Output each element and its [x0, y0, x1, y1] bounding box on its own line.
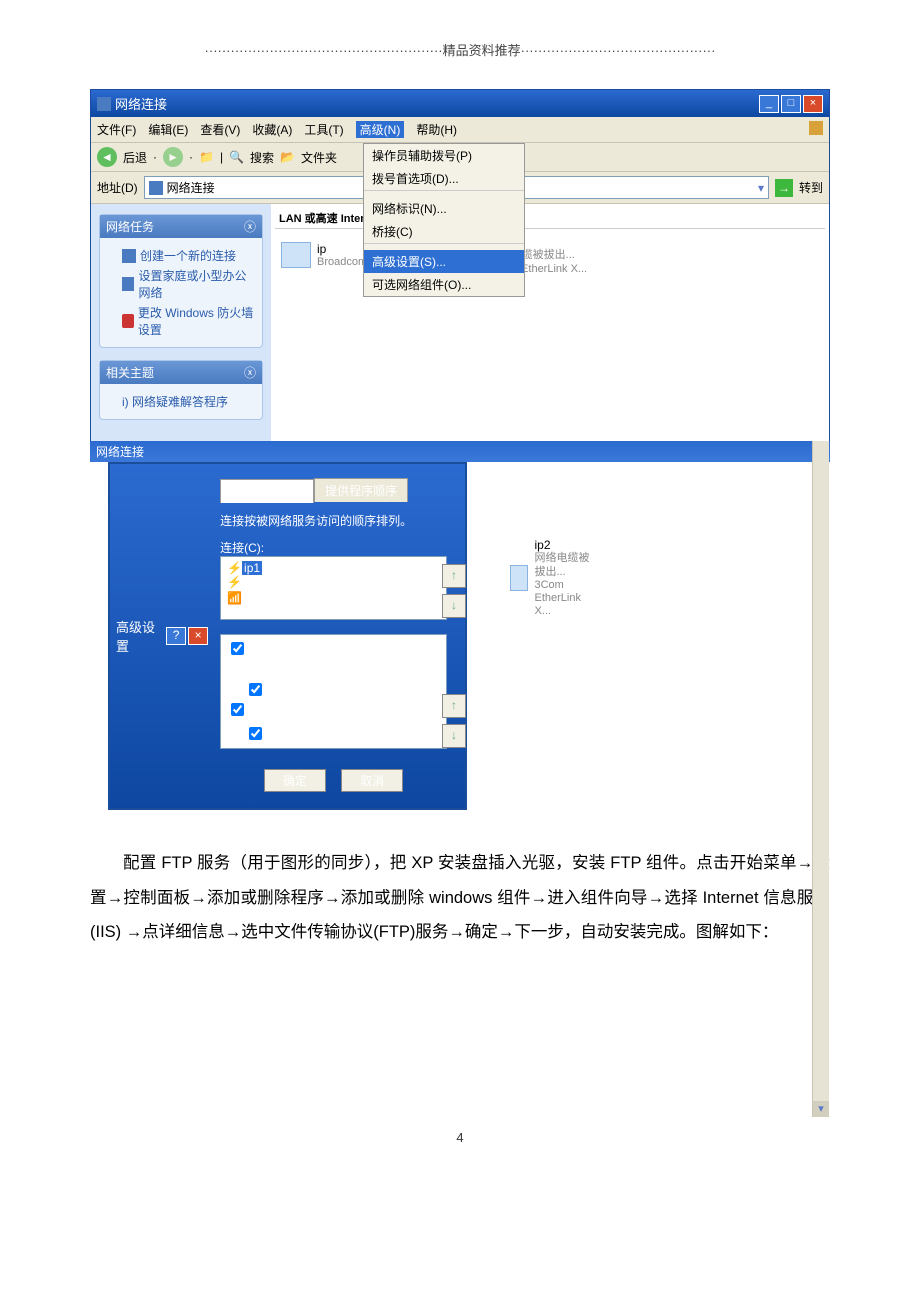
cancel-button[interactable]: 取消: [341, 769, 403, 792]
bindings-listbox[interactable]: 🖧 Microsoft 网络的文件和打印机共享 ↯ Internet 协议 (T…: [220, 634, 447, 749]
connections-label: 连接(C):: [220, 539, 447, 556]
advanced-settings-dialog: 高级设置 ? × 适配器和绑定 提供程序顺序 连接按被网络服务访问的顺序排列。 …: [108, 462, 467, 810]
menu-bar: 文件(F) 编辑(E) 查看(V) 收藏(A) 工具(T) 高级(N) 帮助(H…: [91, 117, 829, 143]
dialog-close-button[interactable]: ×: [188, 627, 208, 645]
conn-order-buttons: ↑ ↓: [442, 564, 466, 618]
right-conn-sub1: 网络电缆被拔出...: [534, 552, 592, 578]
right-conn-name: ip2: [534, 538, 592, 552]
sub-window-title: 网络连接: [90, 441, 830, 462]
adv-item-operator-dial[interactable]: 操作员辅助拨号(P): [364, 144, 524, 167]
task-create-connection[interactable]: 创建一个新的连接: [122, 247, 256, 264]
side-panel: 网络任务 ⓧ 创建一个新的连接 设置家庭或小型办公网络 更改 Windows 防…: [91, 204, 271, 442]
conn-move-down-button[interactable]: ↓: [442, 594, 466, 618]
search-label: 搜索: [250, 149, 274, 166]
up-folder-icon[interactable]: 📁: [199, 150, 214, 164]
dialog-title: 高级设置: [116, 617, 166, 655]
menu-edit[interactable]: 编辑(E): [148, 121, 188, 138]
forward-button[interactable]: ►: [163, 147, 183, 167]
dialog-help-button[interactable]: ?: [166, 627, 186, 645]
minimize-button[interactable]: _: [759, 95, 779, 113]
collapse-icon[interactable]: ⓧ: [244, 218, 256, 235]
task-setup-home-net[interactable]: 设置家庭或小型办公网络: [122, 267, 256, 301]
menu-advanced[interactable]: 高级(N): [356, 121, 405, 138]
menu-favorites[interactable]: 收藏(A): [252, 121, 292, 138]
close-button[interactable]: ×: [803, 95, 823, 113]
conn-item-ip1: ip1: [242, 561, 262, 575]
go-button[interactable]: →: [775, 179, 793, 197]
window-title: 网络连接: [115, 94, 167, 113]
folders-label: 文件夹: [301, 149, 337, 166]
bind-item-2: Microsoft 网络客户端: [265, 705, 377, 719]
adv-item-bridge[interactable]: 桥接(C): [364, 220, 524, 243]
header-separator-line: ········································…: [90, 40, 830, 59]
chk-ms-net-client[interactable]: [231, 703, 244, 716]
lan-unplugged-icon-2: [510, 565, 528, 591]
titlebar: 网络连接 _ □ ×: [91, 90, 829, 117]
network-connections-window: 网络连接 _ □ × 文件(F) 编辑(E) 查看(V) 收藏(A) 工具(T)…: [90, 89, 830, 443]
tab-adapters-bindings[interactable]: 适配器和绑定: [220, 479, 314, 503]
lan-icon: [281, 242, 311, 268]
advanced-dropdown-menu: 操作员辅助拨号(P) 拨号首选项(D)... 网络标识(N)... 桥接(C) …: [363, 143, 525, 297]
dialog-tabs: 适配器和绑定 提供程序顺序: [220, 478, 447, 502]
right-conn-sub2: 3Com EtherLink X...: [534, 579, 592, 619]
scroll-down-icon[interactable]: ▾: [813, 1101, 829, 1117]
conn-item-remote: [远程访问连接]: [242, 591, 321, 605]
maximize-button[interactable]: □: [781, 95, 801, 113]
chk-file-print-share[interactable]: [231, 642, 244, 655]
panel-related-title: 相关主题: [106, 364, 154, 381]
back-button[interactable]: ◄: [97, 147, 117, 167]
toolbar: ◄ 后退 · ► · 📁 | 🔍 搜索 📂 文件夹 操作员辅助拨号(P) 拨号首…: [91, 143, 829, 172]
back-label: 后退: [123, 149, 147, 166]
bind-order-buttons: ↑ ↓: [442, 694, 466, 748]
tab-provider-order[interactable]: 提供程序顺序: [314, 478, 408, 502]
adv-item-optional-components[interactable]: 可选网络组件(O)...: [364, 273, 524, 296]
app-icon: [97, 97, 111, 111]
instruction-paragraph: 配置 FTP 服务（用于图形的同步），把 XP 安装盘插入光驱，安装 FTP 组…: [90, 846, 830, 950]
collapse-icon-2[interactable]: ⓧ: [244, 364, 256, 381]
page-number: 4: [90, 1130, 830, 1145]
bind-move-up-button[interactable]: ↑: [442, 694, 466, 718]
folders-icon[interactable]: 📂: [280, 150, 295, 164]
home-net-icon: [122, 277, 134, 291]
search-icon[interactable]: 🔍: [229, 150, 244, 164]
adv-item-advanced-settings[interactable]: 高级设置(S)...: [364, 250, 524, 273]
chk-tcpip-2[interactable]: [249, 727, 262, 740]
windows-flag-icon: [809, 121, 823, 135]
chk-tcpip-1[interactable]: [249, 683, 262, 696]
dialog-description: 连接按被网络服务访问的顺序排列。: [220, 512, 447, 529]
bind-move-down-button[interactable]: ↓: [442, 724, 466, 748]
go-label: 转到: [799, 179, 823, 196]
menu-view[interactable]: 查看(V): [200, 121, 240, 138]
conn-item-ip2: ip2: [242, 575, 258, 589]
section-lan-label: LAN 或高速 Internet: [275, 208, 825, 229]
wizard-icon: [122, 249, 136, 263]
task-firewall[interactable]: 更改 Windows 防火墙设置: [122, 304, 256, 338]
panel-tasks-title: 网络任务: [106, 218, 154, 235]
address-icon: [149, 181, 163, 195]
menu-help[interactable]: 帮助(H): [416, 121, 457, 138]
adv-item-network-id[interactable]: 网络标识(N)...: [364, 197, 524, 220]
address-label: 地址(D): [97, 179, 138, 196]
menu-file[interactable]: 文件(F): [97, 121, 136, 138]
address-dropdown-icon[interactable]: ▾: [758, 181, 764, 195]
address-value: 网络连接: [167, 179, 215, 196]
bind-item-1: Internet 协议 (TCP/IP): [279, 685, 397, 699]
menu-tools[interactable]: 工具(T): [304, 121, 343, 138]
conn-move-up-button[interactable]: ↑: [442, 564, 466, 588]
main-area: LAN 或高速 Internet ip Broadcom NetXtre... …: [271, 204, 829, 442]
bind-item-3: Internet 协议 (TCP/IP): [279, 729, 397, 743]
vertical-scrollbar[interactable]: ▾: [812, 441, 829, 1117]
ok-button[interactable]: 确定: [264, 769, 326, 792]
right-connection-ip2[interactable]: ip2 网络电缆被拔出... 3Com EtherLink X...: [510, 538, 592, 618]
connections-listbox[interactable]: ⚡ip1 ⚡ip2 📶[远程访问连接]: [220, 556, 447, 620]
firewall-icon: [122, 314, 134, 328]
related-troubleshoot[interactable]: i) 网络疑难解答程序: [122, 393, 256, 410]
adv-item-dial-prefs[interactable]: 拨号首选项(D)...: [364, 167, 524, 190]
